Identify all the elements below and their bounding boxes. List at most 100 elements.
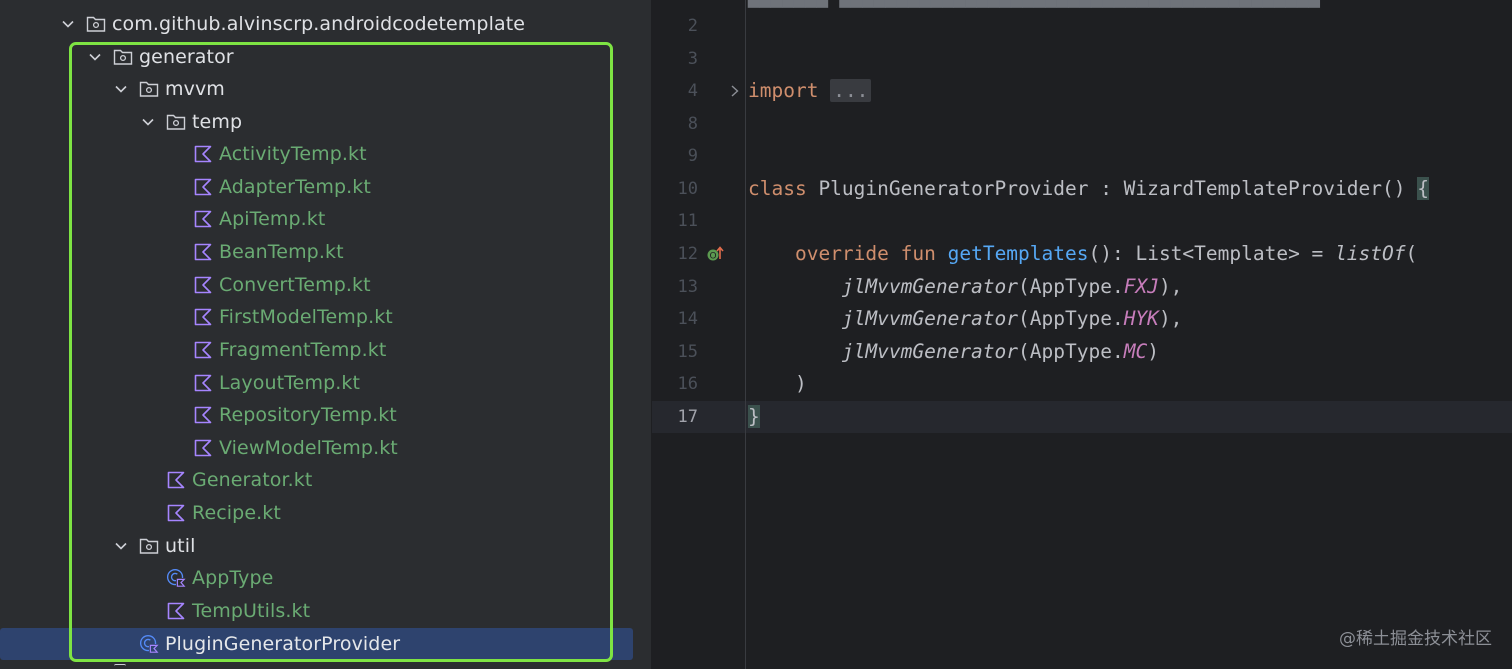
package-icon bbox=[86, 14, 106, 34]
line-number: 15 bbox=[677, 342, 698, 362]
function-call: listOf bbox=[1335, 242, 1406, 265]
tree-item-file[interactable]: RepositoryTemp.kt bbox=[0, 399, 651, 431]
kotlin-file-icon bbox=[166, 470, 186, 490]
function-call: jlMvvmGenerator bbox=[841, 340, 1019, 363]
enum-constant: MC bbox=[1123, 340, 1148, 363]
tree-item-temp[interactable]: temp bbox=[0, 106, 651, 138]
code-line-15[interactable]: jlMvvmGenerator(AppType.MC) bbox=[748, 336, 1159, 368]
code-line-17[interactable]: } bbox=[748, 401, 760, 433]
code-line-10[interactable]: class PluginGeneratorProvider : WizardTe… bbox=[748, 173, 1429, 205]
code-text: ) bbox=[1147, 340, 1159, 363]
line-number: 13 bbox=[677, 277, 698, 297]
code-text: (AppType. bbox=[1018, 275, 1124, 298]
kotlin-file-icon bbox=[193, 275, 213, 295]
gutter-separator bbox=[745, 0, 746, 669]
line-number: 3 bbox=[687, 49, 698, 69]
line-number: 8 bbox=[687, 114, 698, 134]
tree-item-mvvm[interactable]: mvvm bbox=[0, 73, 651, 105]
line-number: 12 bbox=[677, 244, 698, 264]
chevron-down-icon[interactable] bbox=[140, 114, 156, 130]
tree-item-label: LayoutTemp.kt bbox=[219, 372, 361, 394]
tree-item-label: generator bbox=[139, 46, 234, 68]
tree-item-file[interactable]: ViewModelTemp.kt bbox=[0, 432, 651, 464]
keyword: import bbox=[748, 79, 819, 102]
tree-item-file[interactable]: AppType bbox=[0, 562, 651, 594]
tree-item-label: temp bbox=[192, 111, 243, 133]
tree-item-file[interactable]: Generator.kt bbox=[0, 464, 651, 496]
project-tree: com.github.alvinscrp.androidcodetemplate… bbox=[0, 0, 651, 669]
line-number: 16 bbox=[677, 374, 698, 394]
package-icon bbox=[113, 47, 133, 67]
kotlin-file-icon bbox=[166, 503, 186, 523]
tree-item-label: com.github.alvinscrp.androidcodetemplate bbox=[112, 13, 526, 35]
tree-item-file[interactable]: FragmentTemp.kt bbox=[0, 334, 651, 366]
editor-gutter: 2 3 4 8 9 10 11 12 13 14 15 16 17 O bbox=[652, 0, 745, 669]
tree-item-file[interactable]: TempUtils.kt bbox=[0, 595, 651, 627]
code-line-12[interactable]: override fun getTemplates(): List<Templa… bbox=[748, 238, 1417, 270]
code-text: ), bbox=[1158, 307, 1183, 330]
function-call: jlMvvmGenerator bbox=[841, 275, 1019, 298]
line-number: 2 bbox=[687, 16, 698, 36]
keyword: class bbox=[748, 177, 807, 200]
code-line-14[interactable]: jlMvvmGenerator(AppType.HYK), bbox=[748, 303, 1183, 335]
clipped-top-code-line: ▆▆▆▆▆▆▆ ▆▆▆▆▆▆▆▆▆▆▆▆▆▆▆▆▆▆▆▆▆▆▆▆▆▆▆▆▆▆▆▆… bbox=[748, 0, 1320, 8]
tree-item-file[interactable]: LayoutTemp.kt bbox=[0, 367, 651, 399]
code-text: (): List<Template> = bbox=[1088, 242, 1336, 265]
code-text: (AppType. bbox=[1018, 307, 1124, 330]
svg-text:O: O bbox=[709, 252, 716, 262]
tree-item-label: Generator.kt bbox=[192, 469, 313, 491]
kotlin-class-icon bbox=[139, 634, 159, 654]
enum-constant: FXJ bbox=[1123, 275, 1159, 298]
tree-item-label: FragmentTemp.kt bbox=[219, 339, 387, 361]
code-text: ( bbox=[1405, 242, 1418, 265]
tree-item-selected-file[interactable]: PluginGeneratorProvider bbox=[0, 628, 633, 660]
code-editor[interactable]: ▆▆▆▆▆▆▆ ▆▆▆▆▆▆▆▆▆▆▆▆▆▆▆▆▆▆▆▆▆▆▆▆▆▆▆▆▆▆▆▆… bbox=[652, 0, 1512, 669]
code-line-13[interactable]: jlMvvmGenerator(AppType.FXJ), bbox=[748, 271, 1183, 303]
tree-item-label: BeanTemp.kt bbox=[219, 241, 344, 263]
tree-item-file[interactable]: ConvertTemp.kt bbox=[0, 269, 651, 301]
tree-item-file[interactable]: BeanTemp.kt bbox=[0, 236, 651, 268]
kotlin-file-icon bbox=[193, 242, 213, 262]
chevron-down-icon[interactable] bbox=[87, 49, 103, 65]
tree-item-generator[interactable]: generator bbox=[0, 41, 651, 73]
tree-item-label: FirstModelTemp.kt bbox=[219, 306, 393, 328]
tree-item-label: TempUtils.kt bbox=[192, 600, 311, 622]
folded-imports-placeholder[interactable]: ... bbox=[830, 79, 872, 102]
tree-item-file[interactable]: FirstModelTemp.kt bbox=[0, 301, 651, 333]
chevron-down-icon[interactable] bbox=[113, 538, 129, 554]
fold-expand-icon[interactable] bbox=[728, 82, 742, 100]
tree-item-util[interactable]: util bbox=[0, 530, 651, 562]
kotlin-file-icon bbox=[193, 177, 213, 197]
tree-item-label: ViewModelTemp.kt bbox=[219, 437, 398, 459]
code-line-4[interactable]: import ... bbox=[748, 75, 872, 107]
line-number: 14 bbox=[677, 309, 698, 329]
kotlin-file-icon bbox=[193, 209, 213, 229]
package-icon bbox=[139, 79, 159, 99]
tree-item-file[interactable]: Recipe.kt bbox=[0, 497, 651, 529]
tree-item-label: AdapterTemp.kt bbox=[219, 176, 371, 198]
watermark: @稀土掘金技术社区 bbox=[1339, 629, 1492, 649]
package-icon bbox=[166, 112, 186, 132]
tree-item-label: mvvm bbox=[165, 78, 225, 100]
tree-item-file[interactable]: ApiTemp.kt bbox=[0, 203, 651, 235]
tree-item-root-package[interactable]: com.github.alvinscrp.androidcodetemplate bbox=[0, 8, 651, 40]
tree-item-label: RepositoryTemp.kt bbox=[219, 404, 397, 426]
override-method-icon[interactable]: O bbox=[706, 244, 726, 264]
tree-item-file[interactable]: AdapterTemp.kt bbox=[0, 171, 651, 203]
kotlin-file-icon bbox=[193, 373, 213, 393]
tree-item-label: util bbox=[165, 535, 196, 557]
tree-item-label: PluginGeneratorProvider bbox=[165, 633, 401, 655]
kotlin-file-icon bbox=[193, 144, 213, 164]
tree-item-label: Recipe.kt bbox=[192, 502, 281, 524]
chevron-down-icon[interactable] bbox=[60, 16, 76, 32]
code-line-16[interactable]: ) bbox=[748, 368, 807, 400]
tree-item-file[interactable]: ActivityTemp.kt bbox=[0, 138, 651, 170]
kotlin-file-icon bbox=[166, 601, 186, 621]
matched-brace: } bbox=[748, 405, 760, 428]
code-text: (AppType. bbox=[1018, 340, 1124, 363]
package-icon bbox=[139, 536, 159, 556]
chevron-down-icon[interactable] bbox=[113, 81, 129, 97]
line-number: 17 bbox=[677, 407, 698, 427]
line-number: 10 bbox=[677, 179, 698, 199]
code-text: ) bbox=[794, 372, 807, 395]
